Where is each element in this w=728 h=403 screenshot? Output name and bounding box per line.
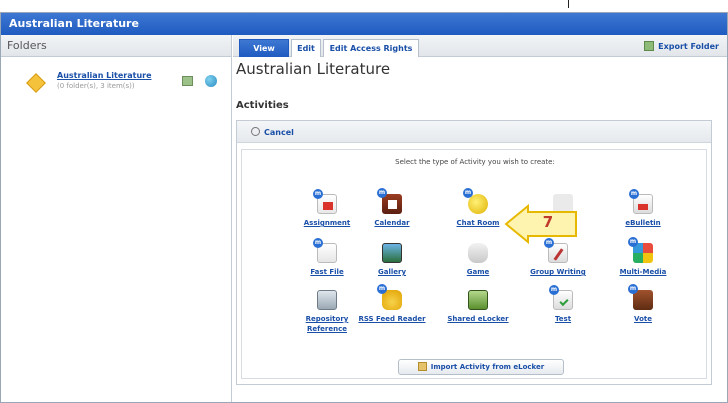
page-title: Australian Literature bbox=[236, 60, 391, 78]
folder-tree: Australian Literature (0 folder(s), 3 it… bbox=[1, 57, 232, 402]
import-activity-label: Import Activity from eLocker bbox=[430, 363, 545, 371]
activity-label[interactable]: Game bbox=[443, 267, 513, 277]
cancel-label: Cancel bbox=[264, 128, 294, 137]
window-title: Australian Literature bbox=[1, 13, 727, 35]
folder-item[interactable]: Australian Literature (0 folder(s), 3 it… bbox=[26, 71, 229, 101]
export-icon bbox=[644, 41, 655, 51]
activity-group-writing[interactable]: m Group Writing bbox=[523, 238, 593, 277]
activity-repository-reference[interactable]: Repository Reference bbox=[292, 290, 362, 334]
activity-label[interactable]: Assignment bbox=[292, 218, 362, 228]
export-folder-button[interactable]: Export Folder bbox=[644, 39, 719, 55]
section-title: Activities bbox=[236, 100, 289, 111]
calendar-icon: m bbox=[377, 188, 402, 214]
activity-label[interactable]: RSS Feed Reader bbox=[357, 314, 427, 324]
fast-file-icon: m bbox=[313, 238, 337, 263]
test-icon: m bbox=[549, 285, 573, 310]
gallery-icon bbox=[382, 243, 402, 263]
tab-edit[interactable]: Edit bbox=[291, 39, 321, 57]
folder-share-icon[interactable] bbox=[205, 75, 217, 87]
activity-label[interactable]: Group Writing bbox=[523, 267, 593, 277]
activity-label[interactable]: Chat Room bbox=[443, 218, 513, 228]
activity-game[interactable]: Game bbox=[443, 243, 513, 277]
tab-view[interactable]: View bbox=[239, 39, 289, 57]
shared-elocker-icon bbox=[468, 290, 488, 310]
activity-assignment[interactable]: m Assignment bbox=[292, 189, 362, 228]
cancel-icon bbox=[251, 127, 260, 136]
export-folder-label: Export Folder bbox=[658, 42, 719, 51]
game-icon bbox=[468, 243, 488, 263]
activity-label[interactable]: Calendar bbox=[357, 218, 427, 228]
activity-label[interactable]: Shared eLocker bbox=[443, 314, 513, 324]
assignment-icon: m bbox=[313, 189, 337, 214]
vote-icon: m bbox=[628, 284, 653, 310]
activity-label[interactable]: Fast File bbox=[292, 267, 362, 277]
cursor-mark bbox=[568, 0, 569, 8]
activity-label[interactable]: Test bbox=[528, 314, 598, 324]
activity-ebulletin[interactable]: m eBulletin bbox=[608, 189, 678, 228]
callout-number: 7 bbox=[542, 213, 554, 231]
activity-multi-media[interactable]: m Multi-Media bbox=[608, 237, 678, 277]
activity-chooser: Select the type of Activity you wish to … bbox=[241, 149, 707, 379]
activity-label[interactable]: Multi-Media bbox=[608, 267, 678, 277]
activity-fast-file[interactable]: m Fast File bbox=[292, 238, 362, 277]
repository-reference-icon bbox=[317, 290, 337, 310]
activity-rss-feed-reader[interactable]: m RSS Feed Reader bbox=[357, 284, 427, 324]
multi-media-icon: m bbox=[628, 237, 653, 263]
activities-panel: Cancel Select the type of Activity you w… bbox=[236, 120, 712, 385]
step-callout: 7 bbox=[504, 204, 580, 244]
group-writing-icon: m bbox=[544, 238, 568, 263]
activity-shared-elocker[interactable]: Shared eLocker bbox=[443, 290, 513, 324]
activity-chat-room[interactable]: m Chat Room bbox=[443, 188, 513, 228]
folders-header: Folders bbox=[1, 35, 232, 57]
rss-feed-reader-icon: m bbox=[377, 284, 402, 310]
import-icon bbox=[417, 362, 427, 371]
ebulletin-icon: m bbox=[629, 189, 653, 214]
folder-export-icon[interactable] bbox=[182, 76, 193, 86]
tab-bar: View Edit Edit Access Rights Export Fold… bbox=[233, 35, 727, 57]
folder-name-link[interactable]: Australian Literature bbox=[57, 71, 152, 80]
activity-gallery[interactable]: Gallery bbox=[357, 243, 427, 277]
activity-label[interactable]: Vote bbox=[608, 314, 678, 324]
activity-label[interactable]: Gallery bbox=[357, 267, 427, 277]
activity-vote[interactable]: m Vote bbox=[608, 284, 678, 324]
cancel-button[interactable]: Cancel bbox=[251, 127, 294, 137]
import-activity-button[interactable]: Import Activity from eLocker bbox=[398, 359, 564, 375]
activity-prompt: Select the type of Activity you wish to … bbox=[395, 158, 555, 166]
activity-test[interactable]: m Test bbox=[528, 285, 598, 324]
activity-label[interactable]: eBulletin bbox=[608, 218, 678, 228]
chat-room-icon: m bbox=[463, 188, 488, 214]
activity-label[interactable]: Repository Reference bbox=[292, 314, 362, 334]
folder-diamond-icon bbox=[26, 73, 46, 93]
folder-meta: (0 folder(s), 3 item(s)) bbox=[57, 82, 135, 90]
tab-edit-access-rights[interactable]: Edit Access Rights bbox=[323, 39, 419, 57]
activity-calendar[interactable]: m Calendar bbox=[357, 188, 427, 228]
panel-header: Cancel bbox=[237, 121, 711, 143]
